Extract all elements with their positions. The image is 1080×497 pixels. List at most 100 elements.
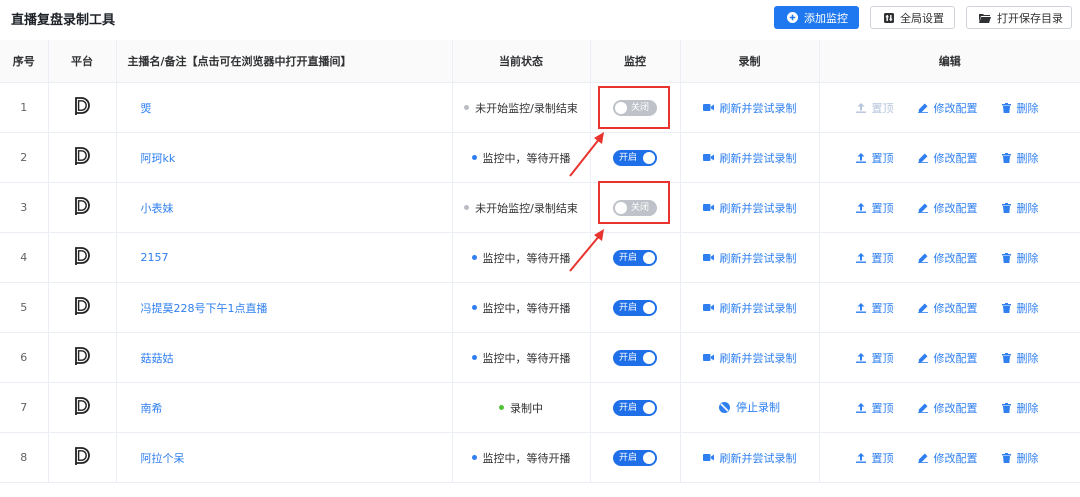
monitor-cell: 开启: [590, 332, 681, 383]
edit-pen-icon: [917, 203, 928, 213]
refresh-record-button[interactable]: 刷新并尝试录制: [702, 150, 797, 166]
settings-icon: [884, 12, 894, 23]
refresh-record-button[interactable]: 刷新并尝试录制: [702, 450, 797, 466]
pin-top-label: 置顶: [871, 452, 894, 465]
delete-button[interactable]: 删除: [1001, 400, 1039, 416]
delete-button[interactable]: 删除: [1001, 100, 1039, 116]
header-name: 主播名/备注【点击可在浏览器中打开直播间】: [116, 40, 453, 83]
pin-top-label: 置顶: [871, 352, 894, 365]
monitor-toggle-label: 开启: [619, 302, 638, 313]
app-title: 直播复盘录制工具: [11, 13, 116, 28]
top-bar: 直播复盘录制工具 添加监控 全局设置 打开保存目录: [0, 0, 1080, 37]
trash-icon: [1001, 303, 1011, 313]
delete-button[interactable]: 删除: [1001, 450, 1039, 466]
pin-top-icon: [855, 253, 866, 263]
plus-circle-icon: [787, 12, 798, 23]
record-action-label: 刷新并尝试录制: [719, 351, 797, 365]
row-index: 6: [0, 332, 49, 383]
table-row: 7 南希 录制中 开启 停止录制 置顶 修改配置 删除: [0, 382, 1080, 433]
status-text: 监控中，等待开播: [482, 301, 571, 315]
monitor-toggle[interactable]: 开启: [613, 149, 657, 166]
table-row: 5 冯提莫228号下午1点直播 监控中，等待开播 开启 刷新并尝试录制 置顶 修改配置 删除: [0, 282, 1080, 333]
delete-button[interactable]: 删除: [1001, 150, 1039, 166]
video-camera-icon: [702, 203, 714, 212]
streamer-name-link[interactable]: 阿拉个呆: [116, 432, 453, 483]
monitor-toggle-label: 开启: [619, 352, 638, 363]
streamer-name-link[interactable]: 南希: [116, 382, 453, 433]
pin-top-button[interactable]: 置顶: [855, 150, 894, 166]
delete-button[interactable]: 删除: [1001, 250, 1039, 266]
record-action-label: 刷新并尝试录制: [719, 101, 797, 115]
pin-top-label: 置顶: [871, 302, 894, 315]
modify-config-button[interactable]: 修改配置: [917, 350, 978, 366]
pin-top-icon: [855, 153, 866, 163]
platform-cell: [48, 132, 117, 183]
annotation-highlight-box: [598, 181, 670, 224]
delete-button[interactable]: 删除: [1001, 200, 1039, 216]
row-index: 7: [0, 382, 49, 433]
table-header-row: 序号 平台 主播名/备注【点击可在浏览器中打开直播间】 当前状态 监控 录制 编…: [0, 40, 1080, 83]
refresh-record-button[interactable]: 刷新并尝试录制: [702, 300, 797, 316]
modify-config-button[interactable]: 修改配置: [917, 150, 978, 166]
monitor-toggle[interactable]: 开启: [613, 299, 657, 316]
streamer-name-link[interactable]: 冯提莫228号下午1点直播: [116, 282, 453, 333]
douyin-platform-icon: [74, 247, 90, 268]
trash-icon: [1001, 103, 1011, 113]
stop-record-button[interactable]: 停止录制: [719, 399, 780, 415]
delete-button[interactable]: 删除: [1001, 300, 1039, 316]
monitor-toggle[interactable]: 开启: [613, 449, 657, 466]
pin-top-button[interactable]: 置顶: [855, 250, 894, 266]
row-index: 8: [0, 432, 49, 483]
douyin-platform-icon: [74, 447, 90, 468]
monitor-toggle[interactable]: 开启: [613, 399, 657, 416]
streamer-name-link[interactable]: 菇菇姑: [116, 332, 453, 383]
streamer-name-link[interactable]: 阿珂kk: [116, 132, 453, 183]
modify-config-button[interactable]: 修改配置: [917, 300, 978, 316]
delete-label: 删除: [1016, 302, 1039, 315]
modify-config-button[interactable]: 修改配置: [917, 100, 978, 116]
pin-top-button[interactable]: 置顶: [855, 400, 894, 416]
video-camera-icon: [702, 103, 714, 112]
refresh-record-button[interactable]: 刷新并尝试录制: [702, 200, 797, 216]
pin-top-button[interactable]: 置顶: [855, 100, 894, 116]
monitor-cell: 开启: [590, 432, 681, 483]
refresh-record-button[interactable]: 刷新并尝试录制: [702, 100, 797, 116]
status-text: 未开始监控/录制结束: [475, 101, 578, 115]
trash-icon: [1001, 203, 1011, 213]
global-settings-button[interactable]: 全局设置: [870, 6, 955, 29]
modify-config-button[interactable]: 修改配置: [917, 450, 978, 466]
header-platform: 平台: [48, 40, 117, 83]
folder-open-icon: [979, 13, 991, 23]
status-dot: [499, 405, 504, 410]
douyin-platform-icon: [74, 347, 90, 368]
pin-top-button[interactable]: 置顶: [855, 200, 894, 216]
status-dot: [464, 205, 470, 210]
monitor-toggle[interactable]: 开启: [613, 349, 657, 366]
delete-label: 删除: [1016, 352, 1039, 365]
record-cell: 刷新并尝试录制: [680, 282, 820, 333]
modify-config-label: 修改配置: [933, 202, 978, 215]
edit-pen-icon: [917, 153, 928, 163]
refresh-record-button[interactable]: 刷新并尝试录制: [702, 350, 797, 366]
open-save-folder-button[interactable]: 打开保存目录: [966, 6, 1072, 29]
modify-config-button[interactable]: 修改配置: [917, 200, 978, 216]
pin-top-button[interactable]: 置顶: [855, 450, 894, 466]
delete-button[interactable]: 删除: [1001, 350, 1039, 366]
modify-config-button[interactable]: 修改配置: [917, 400, 978, 416]
add-monitor-button[interactable]: 添加监控: [774, 6, 859, 29]
modify-config-label: 修改配置: [933, 402, 978, 415]
streamer-name-link[interactable]: 2157: [116, 232, 453, 283]
edit-pen-icon: [917, 403, 928, 413]
monitor-cell: 开启: [590, 282, 681, 333]
streamer-name-link[interactable]: 煚: [116, 82, 453, 133]
modify-config-button[interactable]: 修改配置: [917, 250, 978, 266]
pin-top-button[interactable]: 置顶: [855, 350, 894, 366]
platform-cell: [48, 432, 117, 483]
refresh-record-button[interactable]: 刷新并尝试录制: [702, 250, 797, 266]
pin-top-button[interactable]: 置顶: [855, 300, 894, 316]
monitor-toggle[interactable]: 开启: [613, 249, 657, 266]
record-cell: 刷新并尝试录制: [680, 332, 820, 383]
streamer-name-link[interactable]: 小表妹: [116, 182, 453, 233]
record-action-label: 刷新并尝试录制: [719, 151, 797, 165]
table-row: 2 阿珂kk 监控中，等待开播 开启 刷新并尝试录制 置顶 修改配置 删除: [0, 132, 1080, 183]
